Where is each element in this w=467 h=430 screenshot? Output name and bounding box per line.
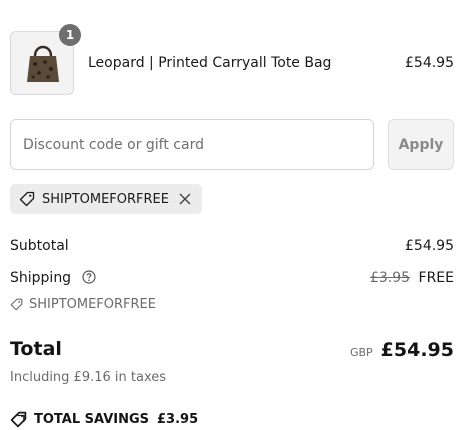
applied-discount-chip: SHIPTOMEFORFREE — [10, 184, 202, 214]
tag-icon — [10, 298, 23, 311]
shipping-value-group: £3.95 FREE — [370, 270, 454, 286]
quantity-badge: 1 — [59, 24, 81, 46]
close-icon — [179, 193, 191, 205]
product-price: £54.95 — [405, 55, 454, 71]
total-savings: TOTAL SAVINGS £3.95 — [10, 411, 198, 428]
product-name: Leopard | Printed Carryall Tote Bag — [88, 55, 332, 71]
question-circle-icon — [81, 270, 96, 284]
currency-code: GBP — [349, 346, 373, 359]
total-savings-value: £3.95 — [157, 412, 199, 427]
help-icon[interactable] — [81, 270, 96, 288]
total-label: Total — [10, 338, 62, 360]
order-summary: 1 Leopard | Printed Carryall Tote Bag £5… — [0, 0, 467, 430]
savings-tag-icon — [10, 411, 27, 428]
total-savings-label: TOTAL SAVINGS — [34, 412, 150, 427]
subtotal-value: £54.95 — [405, 238, 454, 254]
apply-button[interactable]: Apply — [388, 119, 454, 170]
total-value: £54.95 — [380, 339, 454, 361]
total-value-group: GBP £54.95 — [350, 339, 454, 361]
shipping-row-label: Shipping — [10, 270, 96, 288]
shipping-label: Shipping — [10, 270, 72, 286]
remove-discount-button[interactable] — [179, 193, 191, 205]
shipping-value: FREE — [418, 270, 454, 286]
shipping-original-price: £3.95 — [369, 270, 411, 286]
taxes-note: Including £9.16 in taxes — [10, 370, 167, 385]
shipping-code-text: SHIPTOMEFORFREE — [29, 297, 156, 312]
discount-code-input[interactable] — [10, 119, 374, 170]
applied-discount-code: SHIPTOMEFORFREE — [42, 191, 169, 207]
tag-icon — [19, 191, 35, 207]
shipping-discount-code: SHIPTOMEFORFREE — [10, 297, 156, 312]
tote-bag-icon — [27, 45, 59, 82]
subtotal-label: Subtotal — [10, 238, 69, 254]
